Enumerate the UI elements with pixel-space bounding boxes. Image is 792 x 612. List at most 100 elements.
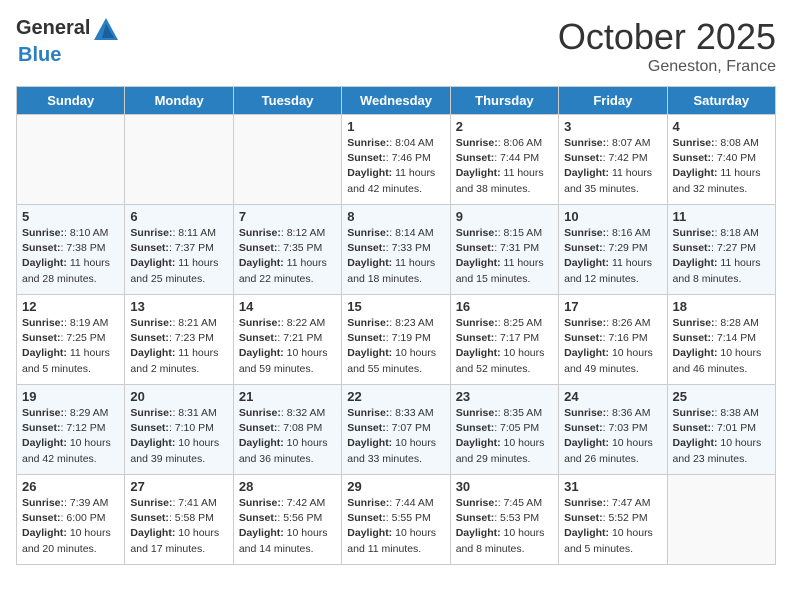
calendar-cell: 1Sunrise:: 8:04 AMSunset:: 7:46 PMDaylig… — [342, 115, 450, 205]
day-number: 23 — [456, 389, 553, 404]
day-number: 1 — [347, 119, 444, 134]
calendar-cell: 5Sunrise:: 8:10 AMSunset:: 7:38 PMDaylig… — [17, 205, 125, 295]
day-number: 29 — [347, 479, 444, 494]
day-number: 26 — [22, 479, 119, 494]
day-header-saturday: Saturday — [667, 87, 775, 115]
calendar-cell: 2Sunrise:: 8:06 AMSunset:: 7:44 PMDaylig… — [450, 115, 558, 205]
calendar-cell: 26Sunrise:: 7:39 AMSunset:: 6:00 PMDayli… — [17, 475, 125, 565]
location: Geneston, France — [558, 58, 776, 76]
day-info: Sunrise:: 8:11 AMSunset:: 7:37 PMDayligh… — [130, 226, 227, 287]
calendar-cell: 13Sunrise:: 8:21 AMSunset:: 7:23 PMDayli… — [125, 295, 233, 385]
day-info: Sunrise:: 7:41 AMSunset:: 5:58 PMDayligh… — [130, 496, 227, 557]
day-number: 12 — [22, 299, 119, 314]
day-info: Sunrise:: 7:42 AMSunset:: 5:56 PMDayligh… — [239, 496, 336, 557]
day-number: 7 — [239, 209, 336, 224]
calendar-cell: 30Sunrise:: 7:45 AMSunset:: 5:53 PMDayli… — [450, 475, 558, 565]
calendar-cell: 11Sunrise:: 8:18 AMSunset:: 7:27 PMDayli… — [667, 205, 775, 295]
calendar-cell: 28Sunrise:: 7:42 AMSunset:: 5:56 PMDayli… — [233, 475, 341, 565]
day-number: 22 — [347, 389, 444, 404]
calendar-cell: 6Sunrise:: 8:11 AMSunset:: 7:37 PMDaylig… — [125, 205, 233, 295]
day-number: 17 — [564, 299, 661, 314]
month-title: October 2025 — [558, 16, 776, 58]
day-header-monday: Monday — [125, 87, 233, 115]
day-number: 6 — [130, 209, 227, 224]
calendar-cell: 29Sunrise:: 7:44 AMSunset:: 5:55 PMDayli… — [342, 475, 450, 565]
day-number: 4 — [673, 119, 770, 134]
day-number: 20 — [130, 389, 227, 404]
day-number: 25 — [673, 389, 770, 404]
day-info: Sunrise:: 8:21 AMSunset:: 7:23 PMDayligh… — [130, 316, 227, 377]
day-number: 5 — [22, 209, 119, 224]
day-info: Sunrise:: 7:47 AMSunset:: 5:52 PMDayligh… — [564, 496, 661, 557]
calendar-cell — [233, 115, 341, 205]
calendar-cell: 9Sunrise:: 8:15 AMSunset:: 7:31 PMDaylig… — [450, 205, 558, 295]
calendar-cell: 19Sunrise:: 8:29 AMSunset:: 7:12 PMDayli… — [17, 385, 125, 475]
calendar-cell — [667, 475, 775, 565]
calendar-cell: 8Sunrise:: 8:14 AMSunset:: 7:33 PMDaylig… — [342, 205, 450, 295]
calendar-cell: 22Sunrise:: 8:33 AMSunset:: 7:07 PMDayli… — [342, 385, 450, 475]
day-info: Sunrise:: 8:23 AMSunset:: 7:19 PMDayligh… — [347, 316, 444, 377]
calendar-cell: 3Sunrise:: 8:07 AMSunset:: 7:42 PMDaylig… — [559, 115, 667, 205]
week-row-2: 5Sunrise:: 8:10 AMSunset:: 7:38 PMDaylig… — [17, 205, 776, 295]
day-info: Sunrise:: 8:29 AMSunset:: 7:12 PMDayligh… — [22, 406, 119, 467]
calendar-cell: 7Sunrise:: 8:12 AMSunset:: 7:35 PMDaylig… — [233, 205, 341, 295]
calendar-table: SundayMondayTuesdayWednesdayThursdayFrid… — [16, 86, 776, 565]
day-number: 14 — [239, 299, 336, 314]
logo-general: General — [16, 17, 90, 39]
day-header-sunday: Sunday — [17, 87, 125, 115]
day-info: Sunrise:: 8:18 AMSunset:: 7:27 PMDayligh… — [673, 226, 770, 287]
header-row: SundayMondayTuesdayWednesdayThursdayFrid… — [17, 87, 776, 115]
calendar-cell: 10Sunrise:: 8:16 AMSunset:: 7:29 PMDayli… — [559, 205, 667, 295]
day-info: Sunrise:: 7:39 AMSunset:: 6:00 PMDayligh… — [22, 496, 119, 557]
day-number: 16 — [456, 299, 553, 314]
logo: General Blue — [16, 16, 120, 67]
day-info: Sunrise:: 8:22 AMSunset:: 7:21 PMDayligh… — [239, 316, 336, 377]
day-info: Sunrise:: 8:16 AMSunset:: 7:29 PMDayligh… — [564, 226, 661, 287]
day-info: Sunrise:: 8:07 AMSunset:: 7:42 PMDayligh… — [564, 136, 661, 197]
day-number: 24 — [564, 389, 661, 404]
day-info: Sunrise:: 8:36 AMSunset:: 7:03 PMDayligh… — [564, 406, 661, 467]
day-info: Sunrise:: 8:15 AMSunset:: 7:31 PMDayligh… — [456, 226, 553, 287]
day-header-friday: Friday — [559, 87, 667, 115]
day-number: 2 — [456, 119, 553, 134]
day-number: 15 — [347, 299, 444, 314]
day-number: 27 — [130, 479, 227, 494]
week-row-1: 1Sunrise:: 8:04 AMSunset:: 7:46 PMDaylig… — [17, 115, 776, 205]
calendar-cell: 18Sunrise:: 8:28 AMSunset:: 7:14 PMDayli… — [667, 295, 775, 385]
calendar-cell: 12Sunrise:: 8:19 AMSunset:: 7:25 PMDayli… — [17, 295, 125, 385]
day-number: 11 — [673, 209, 770, 224]
day-info: Sunrise:: 8:08 AMSunset:: 7:40 PMDayligh… — [673, 136, 770, 197]
day-number: 13 — [130, 299, 227, 314]
day-info: Sunrise:: 8:06 AMSunset:: 7:44 PMDayligh… — [456, 136, 553, 197]
day-info: Sunrise:: 8:32 AMSunset:: 7:08 PMDayligh… — [239, 406, 336, 467]
day-info: Sunrise:: 8:19 AMSunset:: 7:25 PMDayligh… — [22, 316, 119, 377]
title-section: October 2025 Geneston, France — [558, 16, 776, 76]
week-row-4: 19Sunrise:: 8:29 AMSunset:: 7:12 PMDayli… — [17, 385, 776, 475]
day-header-wednesday: Wednesday — [342, 87, 450, 115]
day-info: Sunrise:: 7:44 AMSunset:: 5:55 PMDayligh… — [347, 496, 444, 557]
calendar-cell: 27Sunrise:: 7:41 AMSunset:: 5:58 PMDayli… — [125, 475, 233, 565]
day-number: 31 — [564, 479, 661, 494]
calendar-cell: 23Sunrise:: 8:35 AMSunset:: 7:05 PMDayli… — [450, 385, 558, 475]
day-number: 30 — [456, 479, 553, 494]
calendar-cell: 31Sunrise:: 7:47 AMSunset:: 5:52 PMDayli… — [559, 475, 667, 565]
calendar-cell: 14Sunrise:: 8:22 AMSunset:: 7:21 PMDayli… — [233, 295, 341, 385]
day-number: 9 — [456, 209, 553, 224]
day-info: Sunrise:: 8:31 AMSunset:: 7:10 PMDayligh… — [130, 406, 227, 467]
day-info: Sunrise:: 8:35 AMSunset:: 7:05 PMDayligh… — [456, 406, 553, 467]
calendar-cell: 24Sunrise:: 8:36 AMSunset:: 7:03 PMDayli… — [559, 385, 667, 475]
day-number: 18 — [673, 299, 770, 314]
day-info: Sunrise:: 8:26 AMSunset:: 7:16 PMDayligh… — [564, 316, 661, 377]
day-info: Sunrise:: 7:45 AMSunset:: 5:53 PMDayligh… — [456, 496, 553, 557]
day-number: 3 — [564, 119, 661, 134]
day-info: Sunrise:: 8:12 AMSunset:: 7:35 PMDayligh… — [239, 226, 336, 287]
week-row-3: 12Sunrise:: 8:19 AMSunset:: 7:25 PMDayli… — [17, 295, 776, 385]
calendar-cell: 21Sunrise:: 8:32 AMSunset:: 7:08 PMDayli… — [233, 385, 341, 475]
day-info: Sunrise:: 8:25 AMSunset:: 7:17 PMDayligh… — [456, 316, 553, 377]
day-number: 21 — [239, 389, 336, 404]
day-info: Sunrise:: 8:33 AMSunset:: 7:07 PMDayligh… — [347, 406, 444, 467]
day-header-tuesday: Tuesday — [233, 87, 341, 115]
day-info: Sunrise:: 8:14 AMSunset:: 7:33 PMDayligh… — [347, 226, 444, 287]
day-info: Sunrise:: 8:04 AMSunset:: 7:46 PMDayligh… — [347, 136, 444, 197]
day-number: 10 — [564, 209, 661, 224]
